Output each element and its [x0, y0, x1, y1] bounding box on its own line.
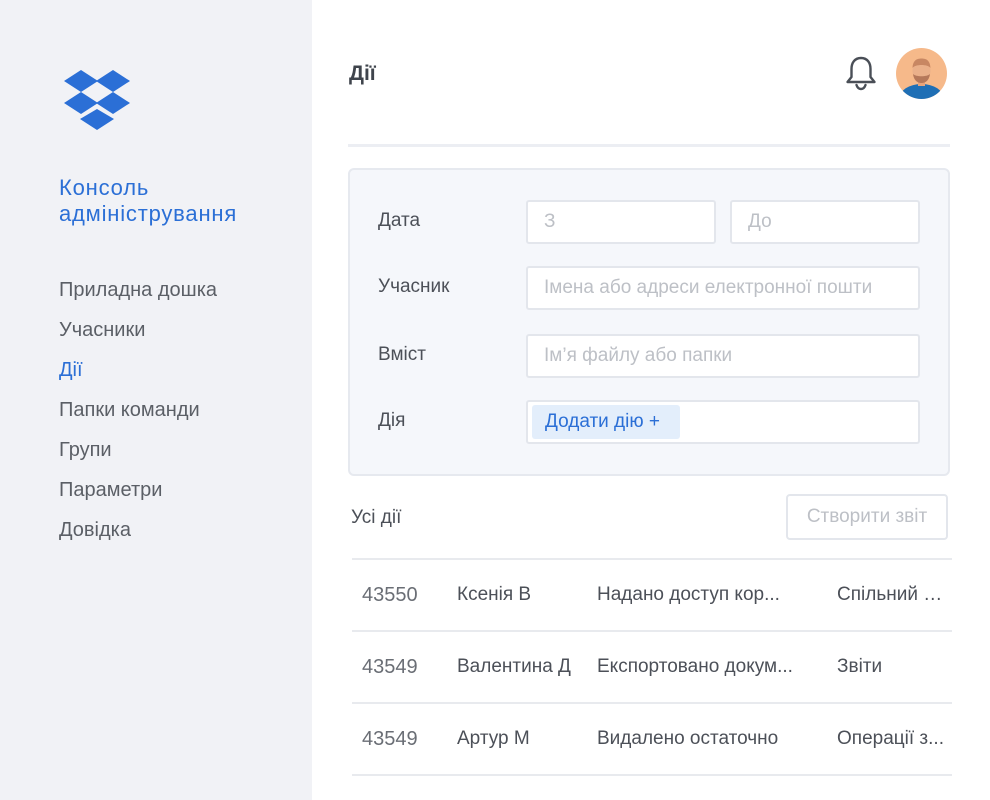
row-member: Ксенія В — [457, 584, 532, 605]
sidebar-item-activity[interactable]: Дії — [59, 350, 217, 390]
filters-panel: Дата Учасник Вміст Дія Додати дію + — [348, 168, 950, 476]
user-avatar[interactable] — [896, 48, 947, 99]
page-title: Дії — [349, 62, 376, 85]
sidebar-item-team-folders[interactable]: Папки команди — [59, 390, 217, 430]
add-action-button[interactable]: Додати дію + — [532, 405, 680, 439]
sidebar-item-groups[interactable]: Групи — [59, 430, 217, 470]
row-action: Надано доступ кор... — [597, 584, 780, 605]
table-row[interactable]: 43550 Ксенія В Надано доступ кор... Спіл… — [352, 560, 952, 632]
content-input[interactable] — [526, 334, 920, 378]
date-from-input[interactable] — [526, 200, 716, 244]
activity-table: 43550 Ксенія В Надано доступ кор... Спіл… — [352, 558, 952, 776]
row-category: Операції з... — [837, 728, 944, 749]
sidebar-item-dashboard[interactable]: Приладна дошка — [59, 270, 217, 310]
console-title: Консоль адміністрування — [59, 175, 238, 226]
bell-icon[interactable] — [842, 54, 880, 92]
action-label: Дія — [378, 410, 406, 431]
row-action: Видалено остаточно — [597, 728, 779, 749]
sidebar-item-settings[interactable]: Параметри — [59, 470, 217, 510]
row-category: Спільний д... — [837, 584, 949, 605]
table-row[interactable]: 43549 Артур М Видалено остаточно Операці… — [352, 704, 952, 776]
row-id: 43549 — [362, 656, 418, 678]
dropbox-logo-icon[interactable] — [64, 70, 130, 130]
member-label: Учасник — [378, 276, 450, 297]
sidebar-item-members[interactable]: Учасники — [59, 310, 217, 350]
content-label: Вміст — [378, 344, 426, 365]
main-content: Дії Дата Учасник Вміст Дія Додати дію + … — [312, 0, 990, 800]
action-field[interactable]: Додати дію + — [526, 400, 920, 444]
date-label: Дата — [378, 210, 421, 231]
all-actions-title: Усі дії — [351, 507, 402, 528]
avatar-image — [896, 48, 947, 99]
row-id: 43550 — [362, 584, 418, 606]
row-category: Звіти — [837, 656, 883, 677]
sidebar: Консоль адміністрування Приладна дошка У… — [0, 0, 312, 800]
row-action: Експортовано докум... — [597, 656, 793, 677]
sidebar-item-help[interactable]: Довідка — [59, 510, 217, 550]
row-member: Артур М — [457, 728, 530, 749]
table-row[interactable]: 43549 Валентина Д Експортовано докум... … — [352, 632, 952, 704]
row-member: Валентина Д — [457, 656, 571, 677]
create-report-button[interactable]: Створити звіт — [786, 494, 948, 540]
header-divider — [348, 144, 950, 147]
date-to-input[interactable] — [730, 200, 920, 244]
row-id: 43549 — [362, 728, 418, 750]
member-input[interactable] — [526, 266, 920, 310]
sidebar-nav: Приладна дошка Учасники Дії Папки команд… — [59, 270, 217, 550]
